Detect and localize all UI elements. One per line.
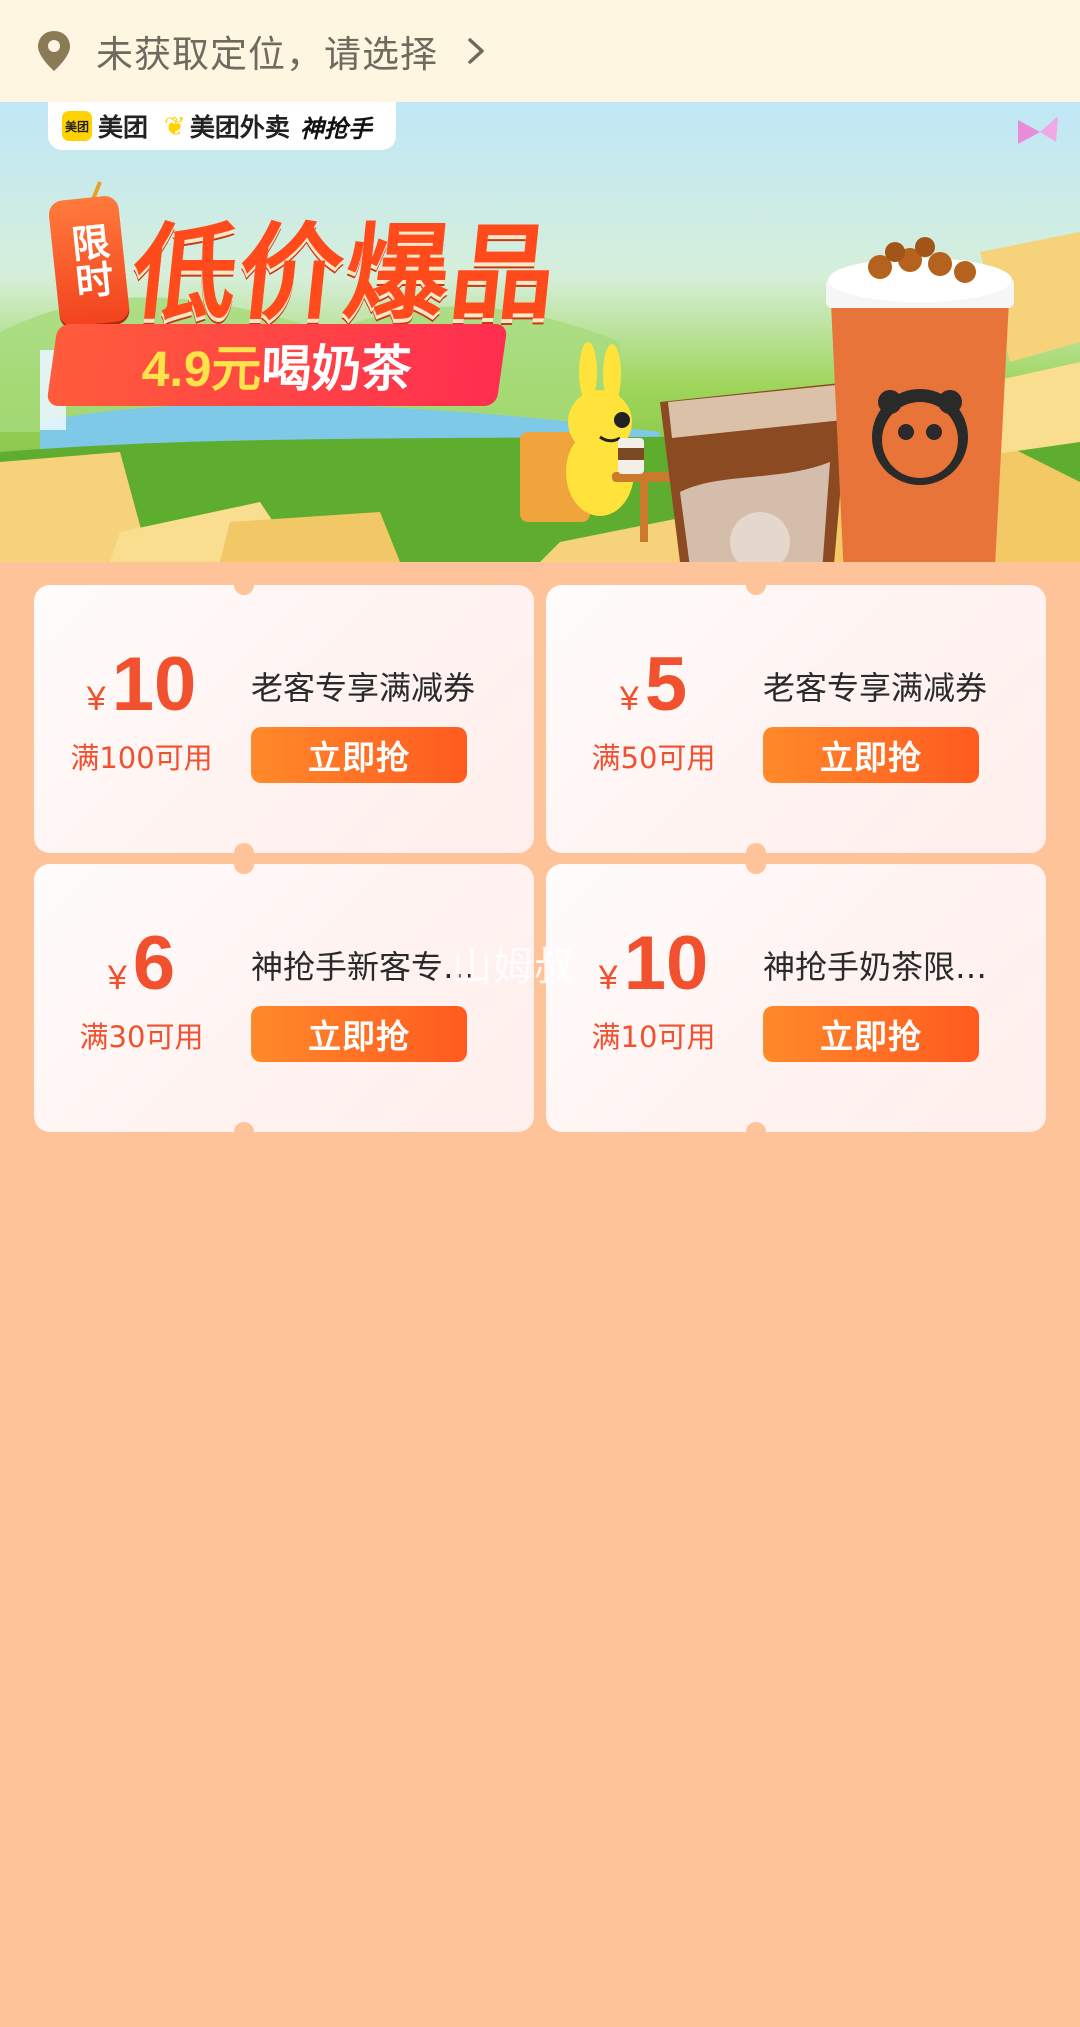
limited-time-tag-text: 限时	[63, 220, 115, 302]
coupon-title: 老客专享满减券	[763, 669, 988, 707]
limited-time-tag: 限时	[47, 194, 131, 328]
location-pin-icon	[38, 31, 70, 71]
banner-price: 4.9元	[141, 341, 263, 397]
banner-subline-text: 喝奶茶	[260, 341, 413, 397]
coupon-condition: 满50可用	[591, 741, 716, 775]
coupon-condition: 满100可用	[70, 741, 213, 775]
chevron-right-icon	[468, 38, 484, 64]
promo-banner[interactable]: 美团 美团 ❦ 美团外卖 神抢手 限时 低价爆品 4.9元喝奶茶	[0, 102, 1080, 562]
brand-meituan: 美团	[98, 114, 149, 142]
coupon-card: ¥ 10 满10可用 神抢手奶茶限… 立即抢	[546, 854, 1046, 1142]
kangaroo-icon: ❦	[164, 110, 186, 141]
banner-headline: 低价爆品	[126, 216, 564, 332]
coupon-condition: 满30可用	[79, 1020, 204, 1054]
banner-subline: 4.9元喝奶茶	[46, 324, 508, 406]
coupon-notch	[234, 575, 254, 595]
grab-coupon-button[interactable]: 立即抢	[251, 727, 467, 783]
grab-coupon-button[interactable]: 立即抢	[763, 1006, 979, 1062]
coupon-amount: 10	[623, 921, 709, 1006]
grab-coupon-button[interactable]: 立即抢	[763, 727, 979, 783]
brand-meituan-waimai: 美团外卖	[189, 114, 290, 142]
coupon-notch	[746, 1122, 766, 1142]
coupon-amount: 6	[132, 921, 176, 1006]
currency-symbol: ¥	[598, 959, 618, 997]
coupon-title: 神抢手奶茶限…	[763, 948, 988, 986]
coupon-title: 老客专享满减券	[251, 669, 476, 707]
coupon-amount-area: ¥ 6 满30可用	[34, 922, 249, 1056]
coupon-amount-area: ¥ 10 满10可用	[546, 922, 761, 1056]
coupon-amount-area: ¥ 10 满100可用	[34, 643, 249, 777]
currency-symbol: ¥	[619, 680, 639, 718]
coupon-card: ¥ 10 满100可用 老客专享满减券 立即抢	[34, 575, 534, 863]
coupon-card: ¥ 5 满50可用 老客专享满减券 立即抢	[546, 575, 1046, 863]
coupon-notch	[234, 1122, 254, 1142]
coupon-amount-area: ¥ 5 满50可用	[546, 643, 761, 777]
meituan-logo: 美团	[62, 111, 92, 141]
coupon-condition: 满10可用	[591, 1020, 716, 1054]
coupon-amount: 10	[111, 642, 197, 727]
watermark: 山姆叔	[452, 944, 575, 990]
brand-shenqiangshou: 神抢手	[299, 115, 372, 143]
location-bar[interactable]: 未获取定位，请选择	[0, 0, 1080, 102]
currency-symbol: ¥	[86, 680, 106, 718]
coupon-notch	[746, 854, 766, 874]
coupon-notch	[746, 575, 766, 595]
brand-strip: 美团 美团 ❦ 美团外卖 神抢手	[48, 102, 396, 150]
coupon-card: ¥ 6 满30可用 神抢手新客专… 立即抢	[34, 854, 534, 1142]
coupon-notch	[234, 854, 254, 874]
coupon-amount: 5	[644, 642, 688, 727]
currency-symbol: ¥	[107, 959, 127, 997]
location-text: 未获取定位，请选择	[96, 33, 438, 76]
grab-coupon-button[interactable]: 立即抢	[251, 1006, 467, 1062]
